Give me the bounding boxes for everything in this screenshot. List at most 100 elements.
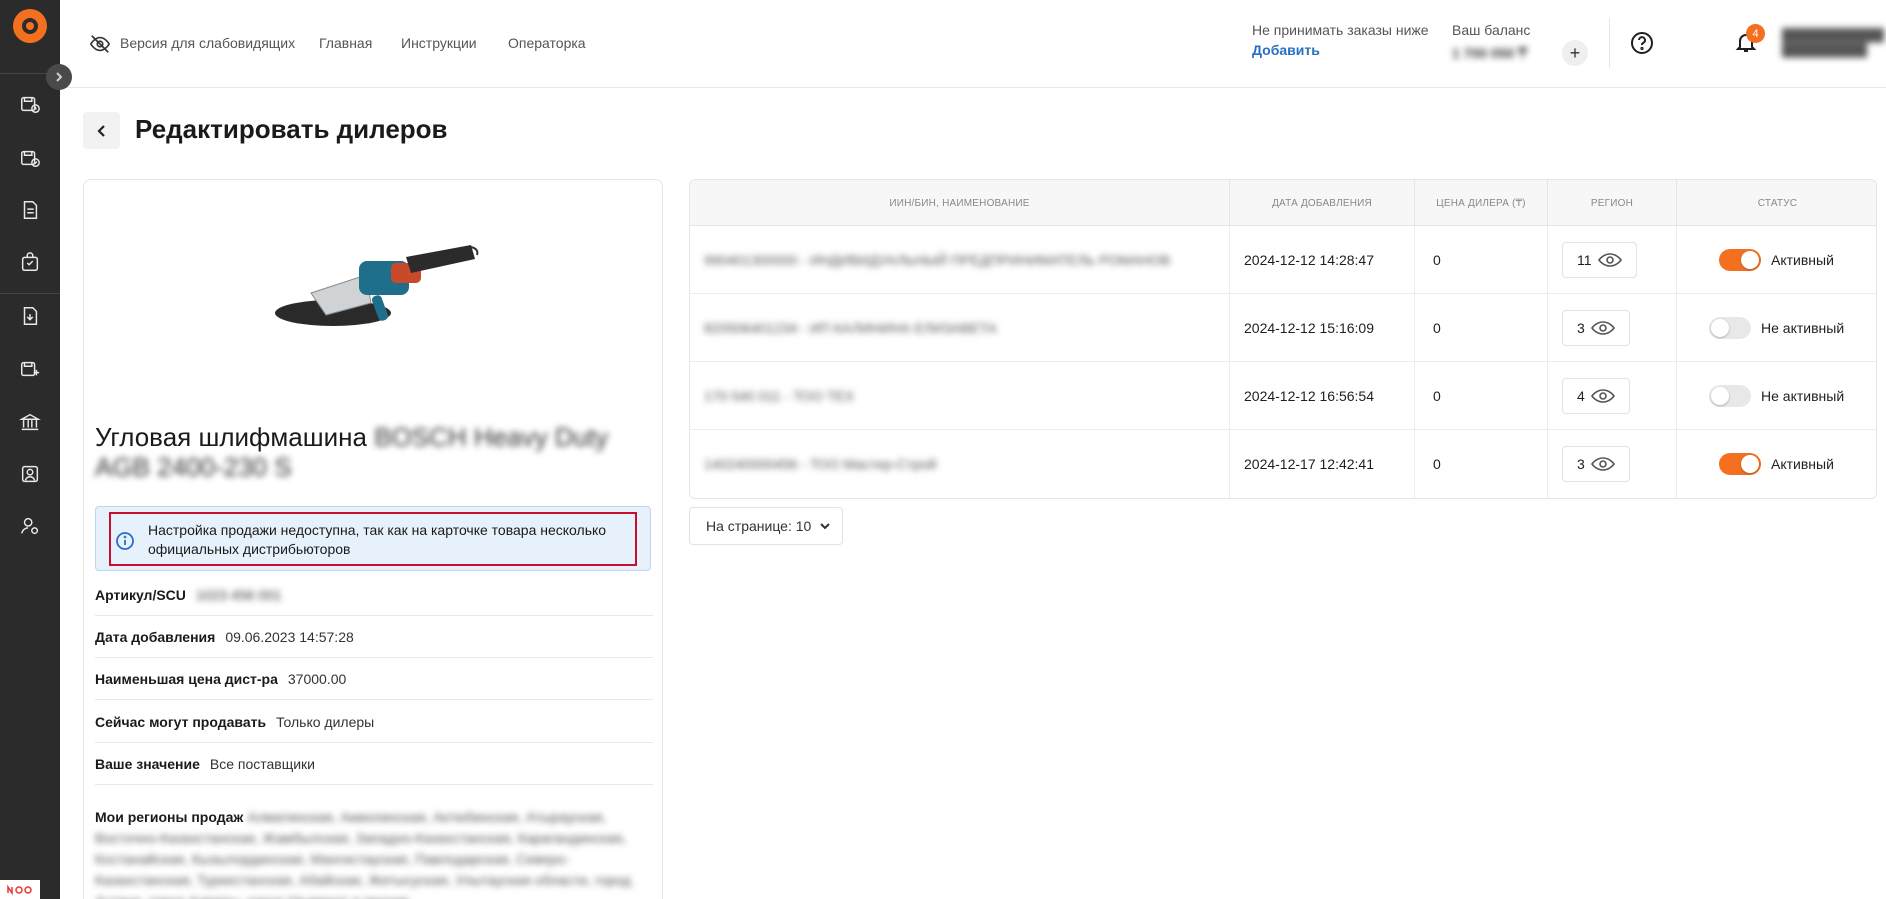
dealer-region-cell: 11 — [1548, 226, 1677, 294]
orders-check-icon[interactable] — [19, 147, 41, 169]
nav-instructions[interactable]: Инструкции — [401, 35, 477, 51]
dealers-icon[interactable] — [19, 463, 41, 485]
status-toggle[interactable] — [1719, 249, 1761, 271]
returns-icon[interactable] — [19, 305, 41, 327]
user-name[interactable]: ████████████ ██████████ — [1782, 28, 1886, 58]
dealer-name: 170 540 011 - ТОО ТЕХ — [690, 362, 1230, 430]
region-count: 11 — [1577, 252, 1592, 268]
row-value: Все поставщики — [209, 755, 316, 772]
dealer-status-cell: Активный — [1677, 430, 1876, 498]
dealer-region-cell: 4 — [1548, 362, 1677, 430]
product-row-min-price: Наименьшая цена дист-ра 37000.00 — [95, 658, 653, 700]
dealer-name-text: 170 540 011 - ТОО ТЕХ — [704, 388, 855, 404]
bank-icon[interactable] — [19, 411, 41, 433]
notification-badge: 4 — [1746, 24, 1765, 43]
status-label: Не активный — [1761, 388, 1845, 404]
row-label: Наименьшая цена дист-ра — [95, 670, 278, 687]
info-icon — [115, 531, 135, 551]
region-view-button[interactable]: 11 — [1562, 242, 1637, 278]
sidebar-divider — [0, 293, 60, 294]
chevron-down-icon — [820, 523, 831, 530]
user-settings-icon[interactable] — [19, 515, 41, 537]
balance-label: Ваш баланс — [1452, 22, 1531, 38]
dealer-name: 820506401234 - ИП КАЛИНИНА ЕЛИЗАВЕТА — [690, 294, 1230, 362]
status-toggle[interactable] — [1709, 385, 1751, 407]
dealer-region-cell: 3 — [1548, 294, 1677, 362]
per-page-select[interactable]: На странице: 10 — [689, 507, 843, 545]
info-banner: Настройка продажи недоступна, так как на… — [95, 506, 651, 571]
document-icon[interactable] — [19, 199, 41, 221]
column-header-status[interactable]: Статус — [1677, 180, 1876, 226]
bag-icon[interactable] — [19, 251, 41, 273]
table-row: 170 540 011 - ТОО ТЕХ 2024-12-12 16:56:5… — [690, 362, 1876, 430]
dealer-name: 990401300000 - ИНДИВИДУАЛЬНЫЙ ПРЕДПРИНИМ… — [690, 226, 1230, 294]
status-toggle[interactable] — [1719, 453, 1761, 475]
dealer-date: 2024-12-12 14:28:47 — [1230, 226, 1415, 294]
column-header-price[interactable]: Цена дилера (₸) — [1415, 180, 1548, 226]
row-value: Только дилеры — [276, 713, 375, 730]
orders-time-icon[interactable] — [19, 93, 41, 115]
status-toggle[interactable] — [1709, 317, 1751, 339]
row-value: 37000.00 — [287, 670, 347, 687]
eye-icon — [1590, 321, 1615, 335]
region-count: 3 — [1577, 320, 1585, 336]
no-orders-label: Не принимать заказы ниже — [1252, 22, 1429, 38]
region-count: 3 — [1577, 456, 1585, 472]
accessibility-link[interactable]: Версия для слабовидящих — [120, 35, 295, 51]
dealer-price: 0 — [1415, 362, 1548, 430]
info-message: Настройка продажи недоступна, так как на… — [148, 522, 607, 557]
logo[interactable] — [13, 9, 47, 43]
top-up-balance-button[interactable]: + — [1562, 40, 1588, 66]
nav-home[interactable]: Главная — [319, 35, 372, 51]
dealer-date: 2024-12-12 15:16:09 — [1230, 294, 1415, 362]
dealer-price: 0 — [1415, 294, 1548, 362]
sidebar-footer-logo — [0, 880, 40, 899]
add-min-order-link[interactable]: Добавить — [1252, 42, 1320, 58]
dealer-name-text: 990401300000 - ИНДИВИДУАЛЬНЫЙ ПРЕДПРИНИМ… — [704, 252, 1171, 268]
dealer-status-cell: Не активный — [1677, 362, 1876, 430]
sidebar — [0, 0, 60, 899]
product-row-date: Дата добавления 09.06.2023 14:57:28 — [95, 616, 653, 658]
top-header: Версия для слабовидящих Главная Инструкц… — [60, 0, 1886, 88]
back-button[interactable] — [83, 112, 120, 149]
dealer-name-text: 140240000456 - ТОО Мастер-Строй — [704, 456, 937, 472]
product-row-sku: Артикул/SCU 1023 456 001 — [95, 574, 653, 616]
dealer-status-cell: Не активный — [1677, 294, 1876, 362]
page-title: Редактировать дилеров — [135, 114, 448, 144]
per-page-label: На странице: 10 — [706, 518, 812, 534]
dealers-table: ИИН/БИН, наименование Дата добавления Це… — [689, 179, 1877, 499]
table-row: 990401300000 - ИНДИВИДУАЛЬНЫЙ ПРЕДПРИНИМ… — [690, 226, 1876, 294]
product-title: Угловая шлифмашина BOSCH Heavy Duty AGB … — [95, 422, 655, 482]
column-header-name[interactable]: ИИН/БИН, наименование — [690, 180, 1230, 226]
status-label: Активный — [1771, 456, 1834, 472]
table-header: ИИН/БИН, наименование Дата добавления Це… — [690, 180, 1876, 226]
add-product-icon[interactable] — [19, 358, 41, 380]
product-row-sellers: Сейчас могут продавать Только дилеры — [95, 701, 653, 743]
row-label: Артикул/SCU — [95, 586, 186, 603]
sidebar-collapse-button[interactable] — [46, 64, 72, 90]
help-icon[interactable] — [1629, 30, 1655, 56]
row-label: Ваше значение — [95, 755, 200, 772]
row-value: 09.06.2023 14:57:28 — [225, 628, 354, 645]
row-label: Сейчас могут продавать — [95, 713, 267, 730]
product-row-your-value: Ваше значение Все поставщики — [95, 743, 653, 785]
region-view-button[interactable]: 3 — [1562, 310, 1630, 346]
eye-icon — [1597, 253, 1622, 267]
product-card: Угловая шлифмашина BOSCH Heavy Duty AGB … — [83, 179, 663, 899]
eye-off-icon[interactable] — [89, 33, 111, 55]
eye-icon — [1590, 389, 1615, 403]
region-view-button[interactable]: 4 — [1562, 378, 1630, 414]
dealer-price: 0 — [1415, 430, 1548, 498]
header-divider — [1609, 18, 1610, 68]
column-header-region[interactable]: Регион — [1548, 180, 1677, 226]
product-title-text: Угловая шлифмашина — [95, 422, 367, 452]
nav-operator[interactable]: Операторка — [508, 35, 586, 51]
status-label: Не активный — [1761, 320, 1845, 336]
dealer-status-cell: Активный — [1677, 226, 1876, 294]
row-label: Мои регионы продаж — [95, 809, 244, 825]
product-row-regions: Мои регионы продаж Алматинская, Акмолинс… — [95, 807, 650, 899]
dealer-date: 2024-12-12 16:56:54 — [1230, 362, 1415, 430]
dealer-date: 2024-12-17 12:42:41 — [1230, 430, 1415, 498]
column-header-date[interactable]: Дата добавления — [1230, 180, 1415, 226]
region-view-button[interactable]: 3 — [1562, 446, 1630, 482]
